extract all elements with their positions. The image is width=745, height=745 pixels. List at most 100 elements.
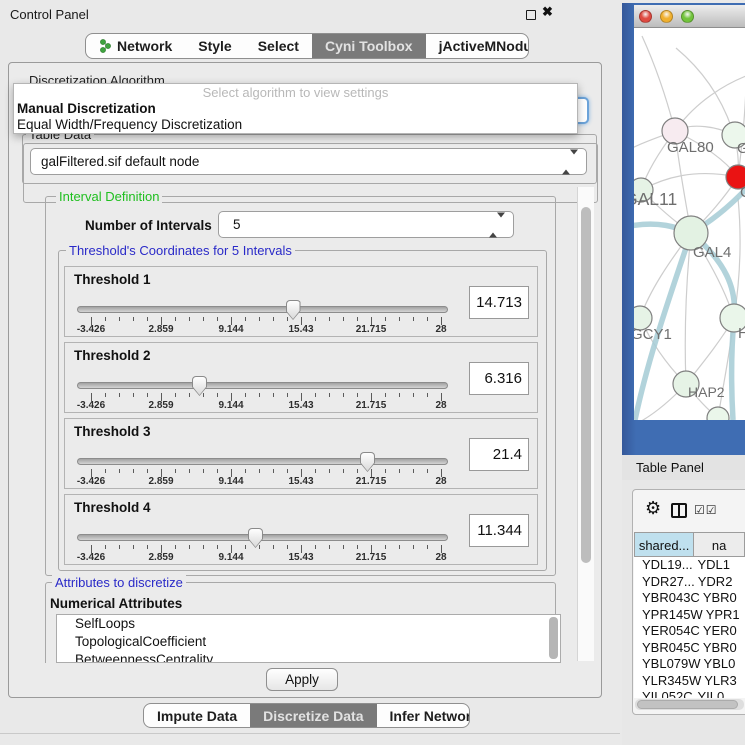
slider-tick <box>413 469 414 473</box>
tab-discretize-data[interactable]: Discretize Data <box>250 704 376 727</box>
algorithm-option-manual-discretization[interactable]: Manual Discretization <box>14 101 577 117</box>
select-columns-icon[interactable]: ☑☑ <box>694 503 718 517</box>
slider-tick <box>399 317 400 321</box>
table-row[interactable]: YBR043CYBR0 <box>634 590 745 607</box>
algorithm-option-equal-width-frequency-discretization[interactable]: Equal Width/Frequency Discretization <box>14 117 577 133</box>
table-panel-title: Table Panel <box>636 455 704 480</box>
cyni-bottom-tabbar: Impute DataDiscretize Data Infer Network <box>143 703 470 728</box>
slider-thumb[interactable] <box>248 528 263 548</box>
slider-track[interactable] <box>77 382 448 389</box>
table-horizontal-scrollbar[interactable] <box>635 699 744 710</box>
slider-tick <box>273 393 274 397</box>
tab-label: Infer Network <box>390 708 470 724</box>
slider-thumb[interactable] <box>192 376 207 396</box>
slider-tick <box>105 469 106 473</box>
tab-infer-network[interactable]: Infer Network <box>377 704 470 727</box>
tab-network[interactable]: Network <box>86 34 185 58</box>
scrollbar-thumb[interactable] <box>581 207 591 563</box>
attributes-list-scrollbar[interactable] <box>549 617 558 659</box>
column-header-shared[interactable]: shared... <box>634 532 694 557</box>
settings-vertical-scrollbar[interactable] <box>577 187 594 661</box>
tab-label: Cyni Toolbox <box>325 38 413 54</box>
scrollbar-thumb[interactable] <box>637 700 738 709</box>
numerical-attributes-list[interactable]: SelfLoopsTopologicalCoefficientBetweenne… <box>56 614 561 663</box>
network-window-titlebar[interactable] <box>634 5 745 28</box>
slider-tick <box>175 393 176 397</box>
node-bottom[interactable] <box>707 407 729 420</box>
cell-shared-name: YBL079W <box>634 656 701 673</box>
node-label-gal80: GAL80 <box>667 139 714 156</box>
slider-tick <box>273 317 274 321</box>
tab-jactivemnodules[interactable]: jActiveMNodules <box>426 34 529 58</box>
combo-stepper-icon[interactable] <box>562 149 578 174</box>
apply-button[interactable]: Apply <box>266 668 338 691</box>
slider-tick <box>343 545 344 549</box>
list-item[interactable]: BetweennessCentrality <box>57 651 560 663</box>
threshold-label: Threshold 1 <box>74 272 151 287</box>
table-row[interactable]: YBR045CYBR0 <box>634 640 745 657</box>
column-header-na[interactable]: na <box>694 532 745 557</box>
slider-tick <box>217 393 218 397</box>
mac-close-icon[interactable] <box>639 10 652 23</box>
slider-tick <box>105 317 106 321</box>
threshold-value-field[interactable]: 14.713 <box>469 286 529 319</box>
float-window-icon[interactable] <box>526 10 536 20</box>
slider-tick <box>343 317 344 321</box>
slider-tick-label: 2.859 <box>131 400 191 411</box>
cell-shared-name: YBR045C <box>634 640 700 657</box>
slider-tick-label: 2.859 <box>131 324 191 335</box>
table-row[interactable]: YER054CYER0 <box>634 623 745 640</box>
tab-style[interactable]: Style <box>185 34 244 58</box>
slider-track[interactable] <box>77 458 448 465</box>
threshold-label: Threshold 4 <box>74 500 151 515</box>
slider-tick-label: 28 <box>411 476 471 487</box>
network-icon <box>99 39 112 53</box>
settings-scroll-viewport: Interval Definition Number of Intervals … <box>14 186 577 663</box>
mac-minimize-icon[interactable] <box>660 10 673 23</box>
slider-tick <box>329 317 330 321</box>
close-icon[interactable]: ✖ <box>542 4 553 20</box>
slider-thumb[interactable] <box>360 452 375 472</box>
slider-tick <box>133 469 134 473</box>
list-item[interactable]: SelfLoops <box>57 615 560 633</box>
slider-tick <box>357 317 358 321</box>
threshold-value-field[interactable]: 6.316 <box>469 362 529 395</box>
slider-tick <box>133 317 134 321</box>
table-row[interactable]: YDL19...YDL1 <box>634 557 745 574</box>
table-row[interactable]: YBL079WYBL0 <box>634 656 745 673</box>
table-row[interactable]: YDR27...YDR2 <box>634 574 745 591</box>
network-view-canvas[interactable]: GAL80GAGAL11CGAL4GCY1HHAP2 <box>634 28 745 420</box>
number-of-intervals-label: Number of Intervals <box>85 218 212 233</box>
slider-tick <box>175 317 176 321</box>
tab-label: Style <box>198 38 231 54</box>
split-columns-icon[interactable] <box>671 503 687 518</box>
slider-thumb[interactable] <box>286 300 301 320</box>
tab-impute-data[interactable]: Impute Data <box>144 704 250 727</box>
table-rows[interactable]: YDL19...YDL1YDR27...YDR2YBR043CYBR0YPR14… <box>634 557 745 698</box>
cell-shared-name: YER054C <box>634 623 700 640</box>
gear-icon[interactable]: ⚙ <box>645 498 661 519</box>
spinner-stepper-icon[interactable] <box>489 212 505 237</box>
tab-select[interactable]: Select <box>245 34 312 58</box>
table-header-row[interactable]: shared...na <box>634 532 745 557</box>
threshold-value-field[interactable]: 11.344 <box>469 514 529 547</box>
slider-tick <box>133 545 134 549</box>
mac-zoom-icon[interactable] <box>681 10 694 23</box>
slider-tick <box>329 393 330 397</box>
cell-shared-name: YIL052C <box>634 689 695 698</box>
slider-tick <box>357 393 358 397</box>
slider-track[interactable] <box>77 306 448 313</box>
threshold-value-field[interactable]: 21.4 <box>469 438 529 471</box>
number-of-intervals-spinner[interactable]: 5 <box>218 211 514 238</box>
table-row[interactable]: YPR145WYPR1 <box>634 607 745 624</box>
table-row[interactable]: YLR345WYLR3 <box>634 673 745 690</box>
slider-tick <box>427 469 428 473</box>
slider-tick <box>399 393 400 397</box>
tab-cyni-toolbox[interactable]: Cyni Toolbox <box>312 34 426 58</box>
slider-tick-label: 21.715 <box>341 324 401 335</box>
table-row[interactable]: YIL052CYIL0 <box>634 689 745 698</box>
list-item[interactable]: TopologicalCoefficient <box>57 633 560 651</box>
slider-tick <box>399 469 400 473</box>
slider-tick <box>385 469 386 473</box>
table-data-combobox[interactable]: galFiltered.sif default node <box>30 148 587 175</box>
